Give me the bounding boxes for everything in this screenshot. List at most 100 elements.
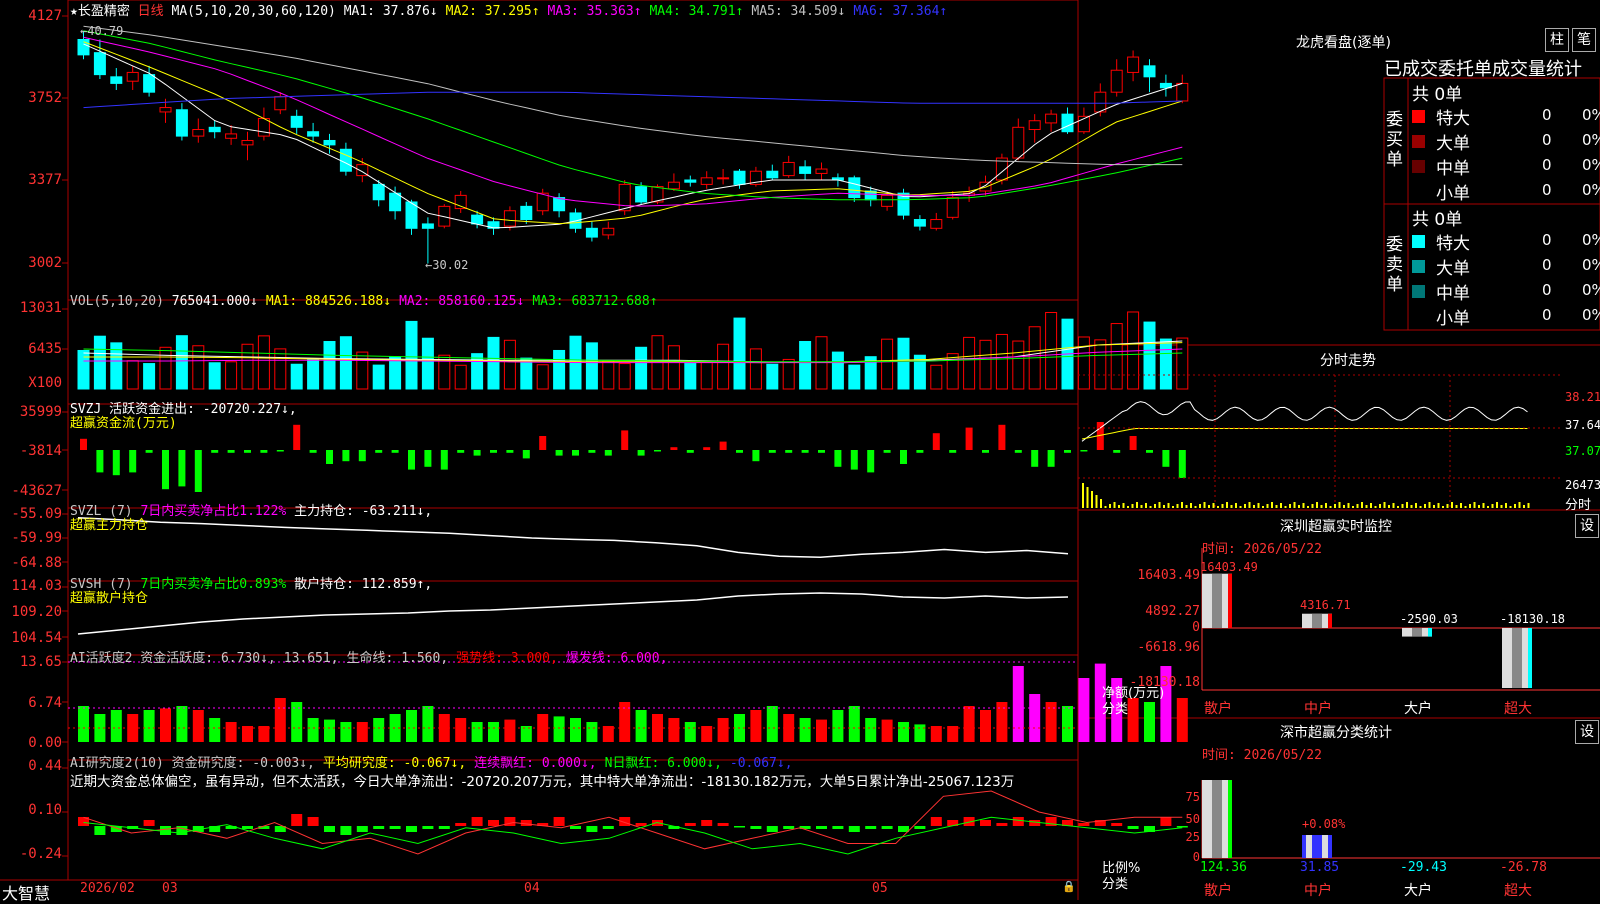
research-bar (94, 826, 106, 835)
volume-bar (585, 342, 598, 390)
volume-bar (274, 348, 287, 390)
candle-body (241, 139, 254, 146)
intraday-vol-bar (1302, 503, 1305, 508)
flow-bar (358, 450, 366, 462)
settings-button-2[interactable]: 设 (1575, 720, 1599, 744)
activity-bar (520, 726, 532, 742)
indicator-value: MA5: 34.509↓ (751, 4, 846, 19)
volume-bar (77, 349, 90, 390)
activity-bar (684, 722, 696, 742)
intraday-vol-bar (1248, 502, 1251, 508)
intraday-vol-bar (1379, 504, 1381, 508)
candle-body (257, 118, 270, 137)
cls-unit-class: 分类 (1102, 877, 1129, 892)
candle-body (339, 148, 352, 172)
candle-body (700, 177, 713, 185)
period-label[interactable]: 日线 (138, 4, 164, 19)
flow-bar (1129, 436, 1137, 450)
intraday-vol-bar (1311, 504, 1314, 508)
volume-bar (700, 361, 713, 390)
date-label: 05 (872, 881, 888, 896)
net-bar-shade (1212, 573, 1222, 628)
research-bar (816, 826, 827, 829)
volume-bar (1012, 340, 1025, 390)
activity-bar (110, 710, 122, 742)
intraday-vol-bar (1086, 487, 1089, 508)
flow-bar (342, 450, 350, 462)
flow-bar (900, 450, 907, 464)
intraday-vol-bar (1140, 505, 1143, 508)
indicator-value: MA2: 858160.125↓ (399, 294, 525, 309)
volume-bar (963, 336, 976, 390)
cls-bar-shade (1312, 835, 1322, 858)
intraday-vol-bar (1523, 505, 1525, 508)
intraday-axis-vol: 26473 (1565, 478, 1600, 492)
flow-bar (1064, 450, 1071, 453)
candle-body (143, 74, 156, 93)
flow-bar (178, 450, 186, 487)
indicator-value: MA4: 34.791↑ (649, 4, 744, 19)
activity-bar (340, 722, 352, 742)
activity-bar (1176, 698, 1188, 742)
order-value: 0 (1542, 306, 1552, 324)
research-bar (766, 826, 778, 832)
date-label: 03 (162, 881, 178, 896)
axis-tick-label: -0.24 (19, 846, 62, 862)
flow-bar (80, 438, 87, 450)
flow-bar (473, 450, 481, 456)
intraday-vol-bar (1082, 483, 1084, 508)
stock-title[interactable]: ★长盈精密 (70, 4, 130, 19)
intraday-vol-bar (1131, 504, 1134, 508)
order-pct: 0% (1582, 156, 1600, 174)
flow-bar (686, 450, 694, 453)
sz-axis-label: 4892.27 (1145, 604, 1200, 619)
axis-tick-label: -59.99 (11, 530, 62, 546)
flow-bar (539, 436, 547, 450)
activity-bar (914, 724, 926, 742)
order-value: 0 (1542, 281, 1552, 299)
intraday-vol-bar (1482, 503, 1485, 508)
flow-bar (145, 450, 153, 453)
pen-mode-button[interactable]: 笔 (1572, 28, 1596, 52)
volume-bar (307, 358, 320, 390)
intraday-vol-bar (1239, 506, 1242, 508)
intraday-vol-bar (1113, 502, 1116, 508)
intraday-vol-bar (1127, 506, 1129, 508)
research-bar (143, 820, 155, 826)
research-bar (340, 826, 352, 835)
net-bar-edge (1428, 628, 1432, 637)
volume-bar (733, 317, 746, 390)
activity-bar (570, 718, 581, 742)
lock-icon[interactable]: 🔒 (1062, 880, 1076, 893)
research-bar (356, 826, 368, 832)
intraday-vol-bar (1136, 502, 1138, 508)
activity-bar (422, 706, 434, 742)
indicator-value: MA6: 37.364↑ (853, 4, 948, 19)
intraday-vol-bar (1163, 505, 1165, 508)
activity-bar (832, 710, 844, 742)
cls-category-label: 中户 (1304, 883, 1332, 899)
research-bar (422, 826, 434, 829)
research-bar (1029, 820, 1041, 826)
intraday-vol-bar (1347, 503, 1350, 508)
activity-bar (701, 726, 713, 742)
intraday-vol-bar (1293, 502, 1296, 508)
intraday-vol-bar (1442, 506, 1444, 508)
intraday-vol-bar (1316, 502, 1318, 508)
volume-bar (126, 360, 139, 390)
net-bar-shade (1312, 613, 1322, 628)
intraday-vol-bar (1181, 502, 1183, 508)
intraday-vol-bar (1460, 503, 1462, 508)
flow-bar (227, 450, 235, 453)
flow-bar (506, 450, 514, 453)
indicator-value: 连续飘红: 0.000↓, (474, 756, 597, 771)
research-bar (1012, 817, 1024, 826)
settings-button[interactable]: 设 (1575, 514, 1599, 538)
activity-bar (471, 722, 483, 742)
intraday-vol-bar (1154, 504, 1156, 508)
flow-bar (949, 450, 957, 453)
intraday-vol-bar (1257, 503, 1260, 508)
cls-axis-label: 50 (1185, 812, 1200, 826)
bar-mode-button[interactable]: 柱 (1545, 28, 1569, 52)
activity-bar (930, 726, 942, 742)
